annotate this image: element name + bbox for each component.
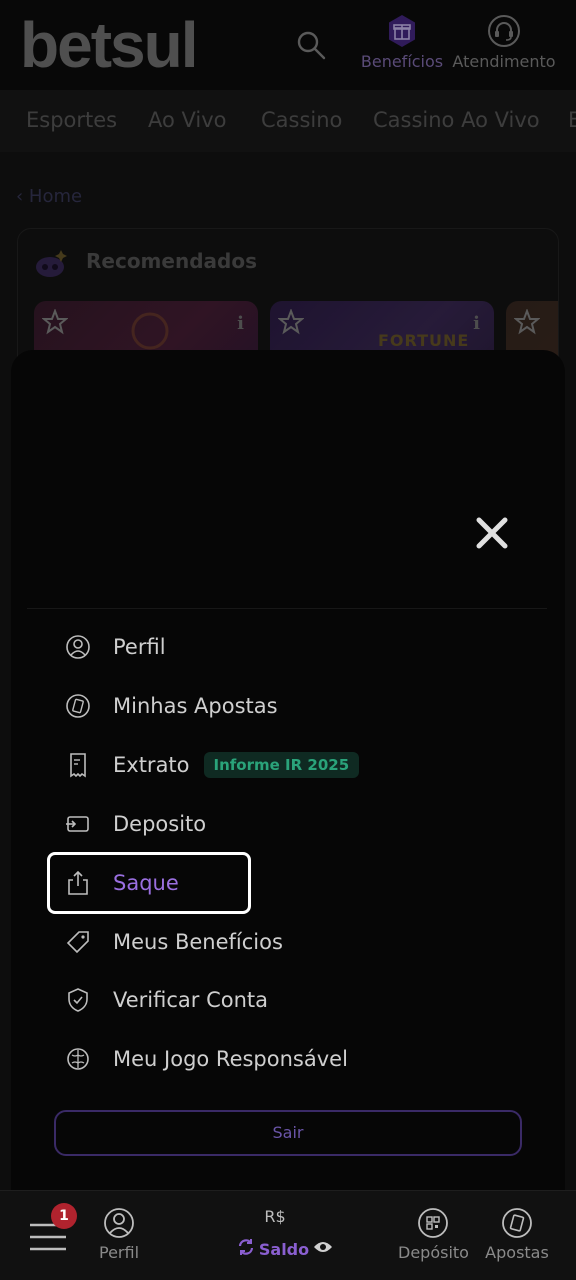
share-out-icon [65,870,91,896]
menu-item-meus-beneficios[interactable]: Meus Benefícios [55,915,283,969]
ir-badge[interactable]: Informe IR 2025 [203,752,360,778]
logout-button[interactable]: Sair [54,1110,522,1156]
menu-label: Verificar Conta [113,988,268,1012]
ticket-icon [501,1207,533,1239]
menu-item-minhas-apostas[interactable]: Minhas Apostas [55,679,278,733]
menu-label: Minhas Apostas [113,694,278,718]
user-circle-icon [103,1207,135,1239]
user-circle-icon [65,634,91,660]
currency-label: R$ [264,1207,286,1226]
perfil-tab[interactable]: Perfil [96,1207,142,1262]
brain-icon [65,1046,91,1072]
menu-label: Meu Jogo Responsável [113,1047,348,1071]
menu-label: Meus Benefícios [113,930,283,954]
menu-label: Extrato [113,753,190,777]
refresh-icon[interactable] [237,1238,255,1260]
menu-item-extrato[interactable]: Extrato Informe IR 2025 [55,738,360,792]
menu-item-saque[interactable]: Saque [47,852,251,914]
divider [27,608,547,609]
pix-qr-icon [417,1207,449,1239]
notification-badge: 1 [51,1203,77,1229]
bottom-bar: 1 Perfil R$ Saldo Depósito Apostas [0,1190,576,1280]
apostas-tab-label: Apostas [485,1243,549,1262]
apostas-tab[interactable]: Apostas [484,1207,550,1262]
wallet-in-icon [65,811,91,837]
menu-item-perfil[interactable]: Perfil [55,620,166,674]
menu-item-deposito[interactable]: Deposito [55,797,206,851]
menu-label: Saque [113,871,179,895]
menu-label: Deposito [113,812,207,836]
page: betsul Benefícios Atendimento Esportes A… [0,0,576,1280]
eye-icon[interactable] [313,1239,333,1259]
menu-item-verificar-conta[interactable]: Verificar Conta [55,973,268,1027]
menu-item-jogo-responsavel[interactable]: Meu Jogo Responsável [55,1032,348,1086]
perfil-tab-label: Perfil [98,1243,140,1262]
account-drawer: Perfil Minhas Apostas Extrato Informe IR… [11,350,565,1190]
close-icon[interactable] [475,516,509,550]
shield-check-icon [65,987,91,1013]
deposito-tab[interactable]: Depósito [398,1207,469,1262]
balance-widget[interactable]: R$ Saldo [230,1207,340,1260]
tag-icon [65,929,91,955]
saldo-label: Saldo [258,1239,310,1259]
receipt-icon [65,752,91,778]
deposito-tab-label: Depósito [398,1243,469,1262]
menu-label: Perfil [113,635,166,659]
saldo-row: Saldo [230,1238,340,1260]
ticket-icon [65,693,91,719]
